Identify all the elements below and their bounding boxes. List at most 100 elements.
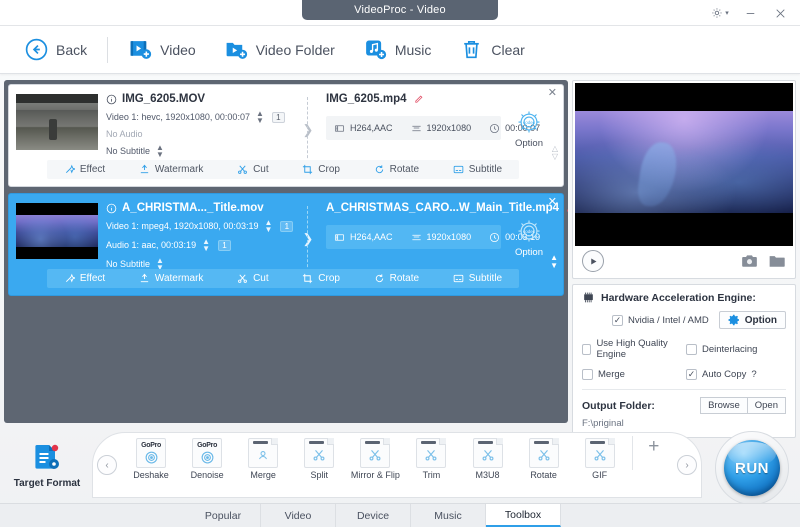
checkbox-box: ✓ xyxy=(686,369,697,380)
format-bar: Target Format ‹ GoPro Deshake GoPro Deno… xyxy=(0,425,800,505)
settings-gear-icon[interactable]: ▾ xyxy=(706,1,734,25)
add-music-button[interactable]: Music xyxy=(349,33,446,66)
clear-button[interactable]: Clear xyxy=(445,33,538,66)
convert-arrow-icon: ❯ xyxy=(301,206,315,272)
run-area: RUN xyxy=(704,425,800,505)
scissors-icon xyxy=(237,164,248,175)
edit-pencil-icon[interactable] xyxy=(565,203,568,214)
tool-rotate-label: Rotate xyxy=(530,470,557,480)
subtitle-button[interactable]: Subtitle xyxy=(453,164,502,175)
codec-gear-icon: codec xyxy=(514,216,544,246)
gopro-deshake-icon: GoPro xyxy=(136,438,167,468)
watermark-button[interactable]: Watermark xyxy=(139,164,203,175)
browse-button[interactable]: Browse xyxy=(700,397,748,414)
table-row[interactable]: IMG_6205.MOV Video 1: hevc, 1920x1080, 0… xyxy=(8,84,564,187)
video-thumbnail xyxy=(16,94,98,150)
codec-icon xyxy=(334,232,345,243)
merge-checkbox[interactable]: Merge xyxy=(582,369,682,380)
reorder-row-stepper[interactable]: ▲ ▼ xyxy=(550,254,558,270)
cut-button[interactable]: Cut xyxy=(237,164,269,175)
back-button[interactable]: Back xyxy=(10,33,101,66)
rotate-button[interactable]: Rotate xyxy=(374,273,419,284)
play-button[interactable] xyxy=(582,250,604,272)
tab-device[interactable]: Device xyxy=(336,504,411,527)
auto-copy-help-icon[interactable]: ? xyxy=(751,369,756,380)
tool-denoise[interactable]: GoPro Denoise xyxy=(181,436,233,480)
cut-button[interactable]: Cut xyxy=(237,273,269,284)
video-stream-count: 1 xyxy=(280,220,294,232)
crop-button[interactable]: Crop xyxy=(302,273,340,284)
rotate-button[interactable]: Rotate xyxy=(374,164,419,175)
minimize-icon[interactable] xyxy=(736,1,764,25)
run-button[interactable]: RUN xyxy=(724,440,780,496)
carousel-next-button[interactable]: › xyxy=(677,455,697,475)
info-icon[interactable] xyxy=(106,203,117,214)
high-quality-engine-label: Use High Quality Engine xyxy=(596,338,668,360)
settings-panel: Hardware Acceleration Engine: ✓ Nvidia /… xyxy=(572,284,796,438)
video-stream-stepper[interactable]: ▲ ▼ xyxy=(264,219,272,234)
add-video-folder-button[interactable]: Video Folder xyxy=(210,33,349,66)
gopro-denoise-icon: GoPro xyxy=(192,438,223,468)
audio-stream-line: Audio 1: aac, 00:03:19 ▲ ▼ 1 xyxy=(106,238,302,253)
add-tool-button[interactable]: + xyxy=(639,436,669,458)
camera-icon[interactable] xyxy=(741,254,758,268)
tool-trim[interactable]: Trim xyxy=(405,436,457,480)
audio-stream-text: Audio 1: aac, 00:03:19 xyxy=(106,240,197,250)
preview-panel xyxy=(572,80,796,279)
row-action-bar: Effect Watermark Cut Crop Rotate Subtitl… xyxy=(47,160,519,179)
tool-mirror-flip[interactable]: Mirror & Flip xyxy=(349,436,401,480)
close-icon[interactable] xyxy=(766,1,794,25)
rotate-label: Rotate xyxy=(389,273,420,284)
tab-video[interactable]: Video xyxy=(261,504,336,527)
tool-merge[interactable]: Merge xyxy=(237,436,289,480)
info-icon[interactable] xyxy=(106,94,117,105)
tab-toolbox[interactable]: Toolbox xyxy=(486,504,561,527)
folder-icon[interactable] xyxy=(768,254,786,268)
tool-gif[interactable]: GIF xyxy=(574,436,626,480)
tool-rotate[interactable]: Rotate xyxy=(518,436,570,480)
target-format-button[interactable]: Target Format xyxy=(4,442,90,489)
checkbox-box xyxy=(582,343,592,355)
source-filename: A_CHRISTMA..._Title.mov xyxy=(122,202,264,214)
resolution-icon xyxy=(411,232,422,243)
effect-button[interactable]: Effect xyxy=(64,273,105,284)
video-stream-stepper[interactable]: ▲ ▼ xyxy=(256,110,264,125)
tool-m3u8[interactable]: M3U8 xyxy=(462,436,514,480)
deinterlacing-checkbox[interactable]: Deinterlacing xyxy=(686,338,786,360)
tool-split[interactable]: Split xyxy=(293,436,345,480)
subtitle-button[interactable]: Subtitle xyxy=(453,273,502,284)
tab-music[interactable]: Music xyxy=(411,504,486,527)
crop-label: Crop xyxy=(318,273,340,284)
open-button[interactable]: Open xyxy=(747,397,786,414)
tool-deshake[interactable]: GoPro Deshake xyxy=(125,436,177,480)
subtitle-stream-line: No Subtitle ▲ ▼ xyxy=(106,144,302,159)
subtitle-stream-stepper[interactable]: ▲ ▼ xyxy=(156,144,164,159)
codec-chip: H264,AAC xyxy=(334,232,393,243)
table-row[interactable]: A_CHRISTMA..._Title.mov Video 1: mpeg4, … xyxy=(8,193,568,296)
carousel-prev-button[interactable]: ‹ xyxy=(97,455,117,475)
hardware-option-button[interactable]: Option xyxy=(718,311,786,329)
output-filename-row: IMG_6205.mp4 xyxy=(326,93,501,105)
remove-row-icon[interactable]: ✕ xyxy=(548,197,557,208)
crop-label: Crop xyxy=(318,164,340,175)
remove-row-icon[interactable]: ✕ xyxy=(548,88,557,99)
high-quality-engine-checkbox[interactable]: Use High Quality Engine xyxy=(582,338,682,360)
auto-copy-checkbox[interactable]: ✓ Auto Copy ? xyxy=(686,369,786,380)
source-filename-row: IMG_6205.MOV xyxy=(106,93,302,105)
effect-button[interactable]: Effect xyxy=(64,164,105,175)
run-button-shell: RUN xyxy=(715,431,789,505)
add-video-button[interactable]: Video xyxy=(114,33,210,66)
clock-icon xyxy=(489,232,500,243)
audio-stream-stepper[interactable]: ▲ ▼ xyxy=(202,238,210,253)
title-bar: VideoProc - Video ▾ xyxy=(0,0,800,26)
hardware-option-label: Option xyxy=(744,314,777,326)
crop-button[interactable]: Crop xyxy=(302,164,340,175)
bottom-tab-bar: Popular Video Device Music Toolbox xyxy=(0,503,800,527)
watermark-button[interactable]: Watermark xyxy=(139,273,203,284)
add-video-label: Video xyxy=(160,41,196,58)
preview-screen[interactable] xyxy=(575,83,793,246)
tab-popular[interactable]: Popular xyxy=(186,504,261,527)
nvidia-intel-amd-checkbox[interactable]: ✓ Nvidia / Intel / AMD xyxy=(612,314,709,326)
reorder-row-stepper[interactable]: △ ▽ xyxy=(552,145,558,161)
edit-pencil-icon[interactable] xyxy=(413,94,424,105)
